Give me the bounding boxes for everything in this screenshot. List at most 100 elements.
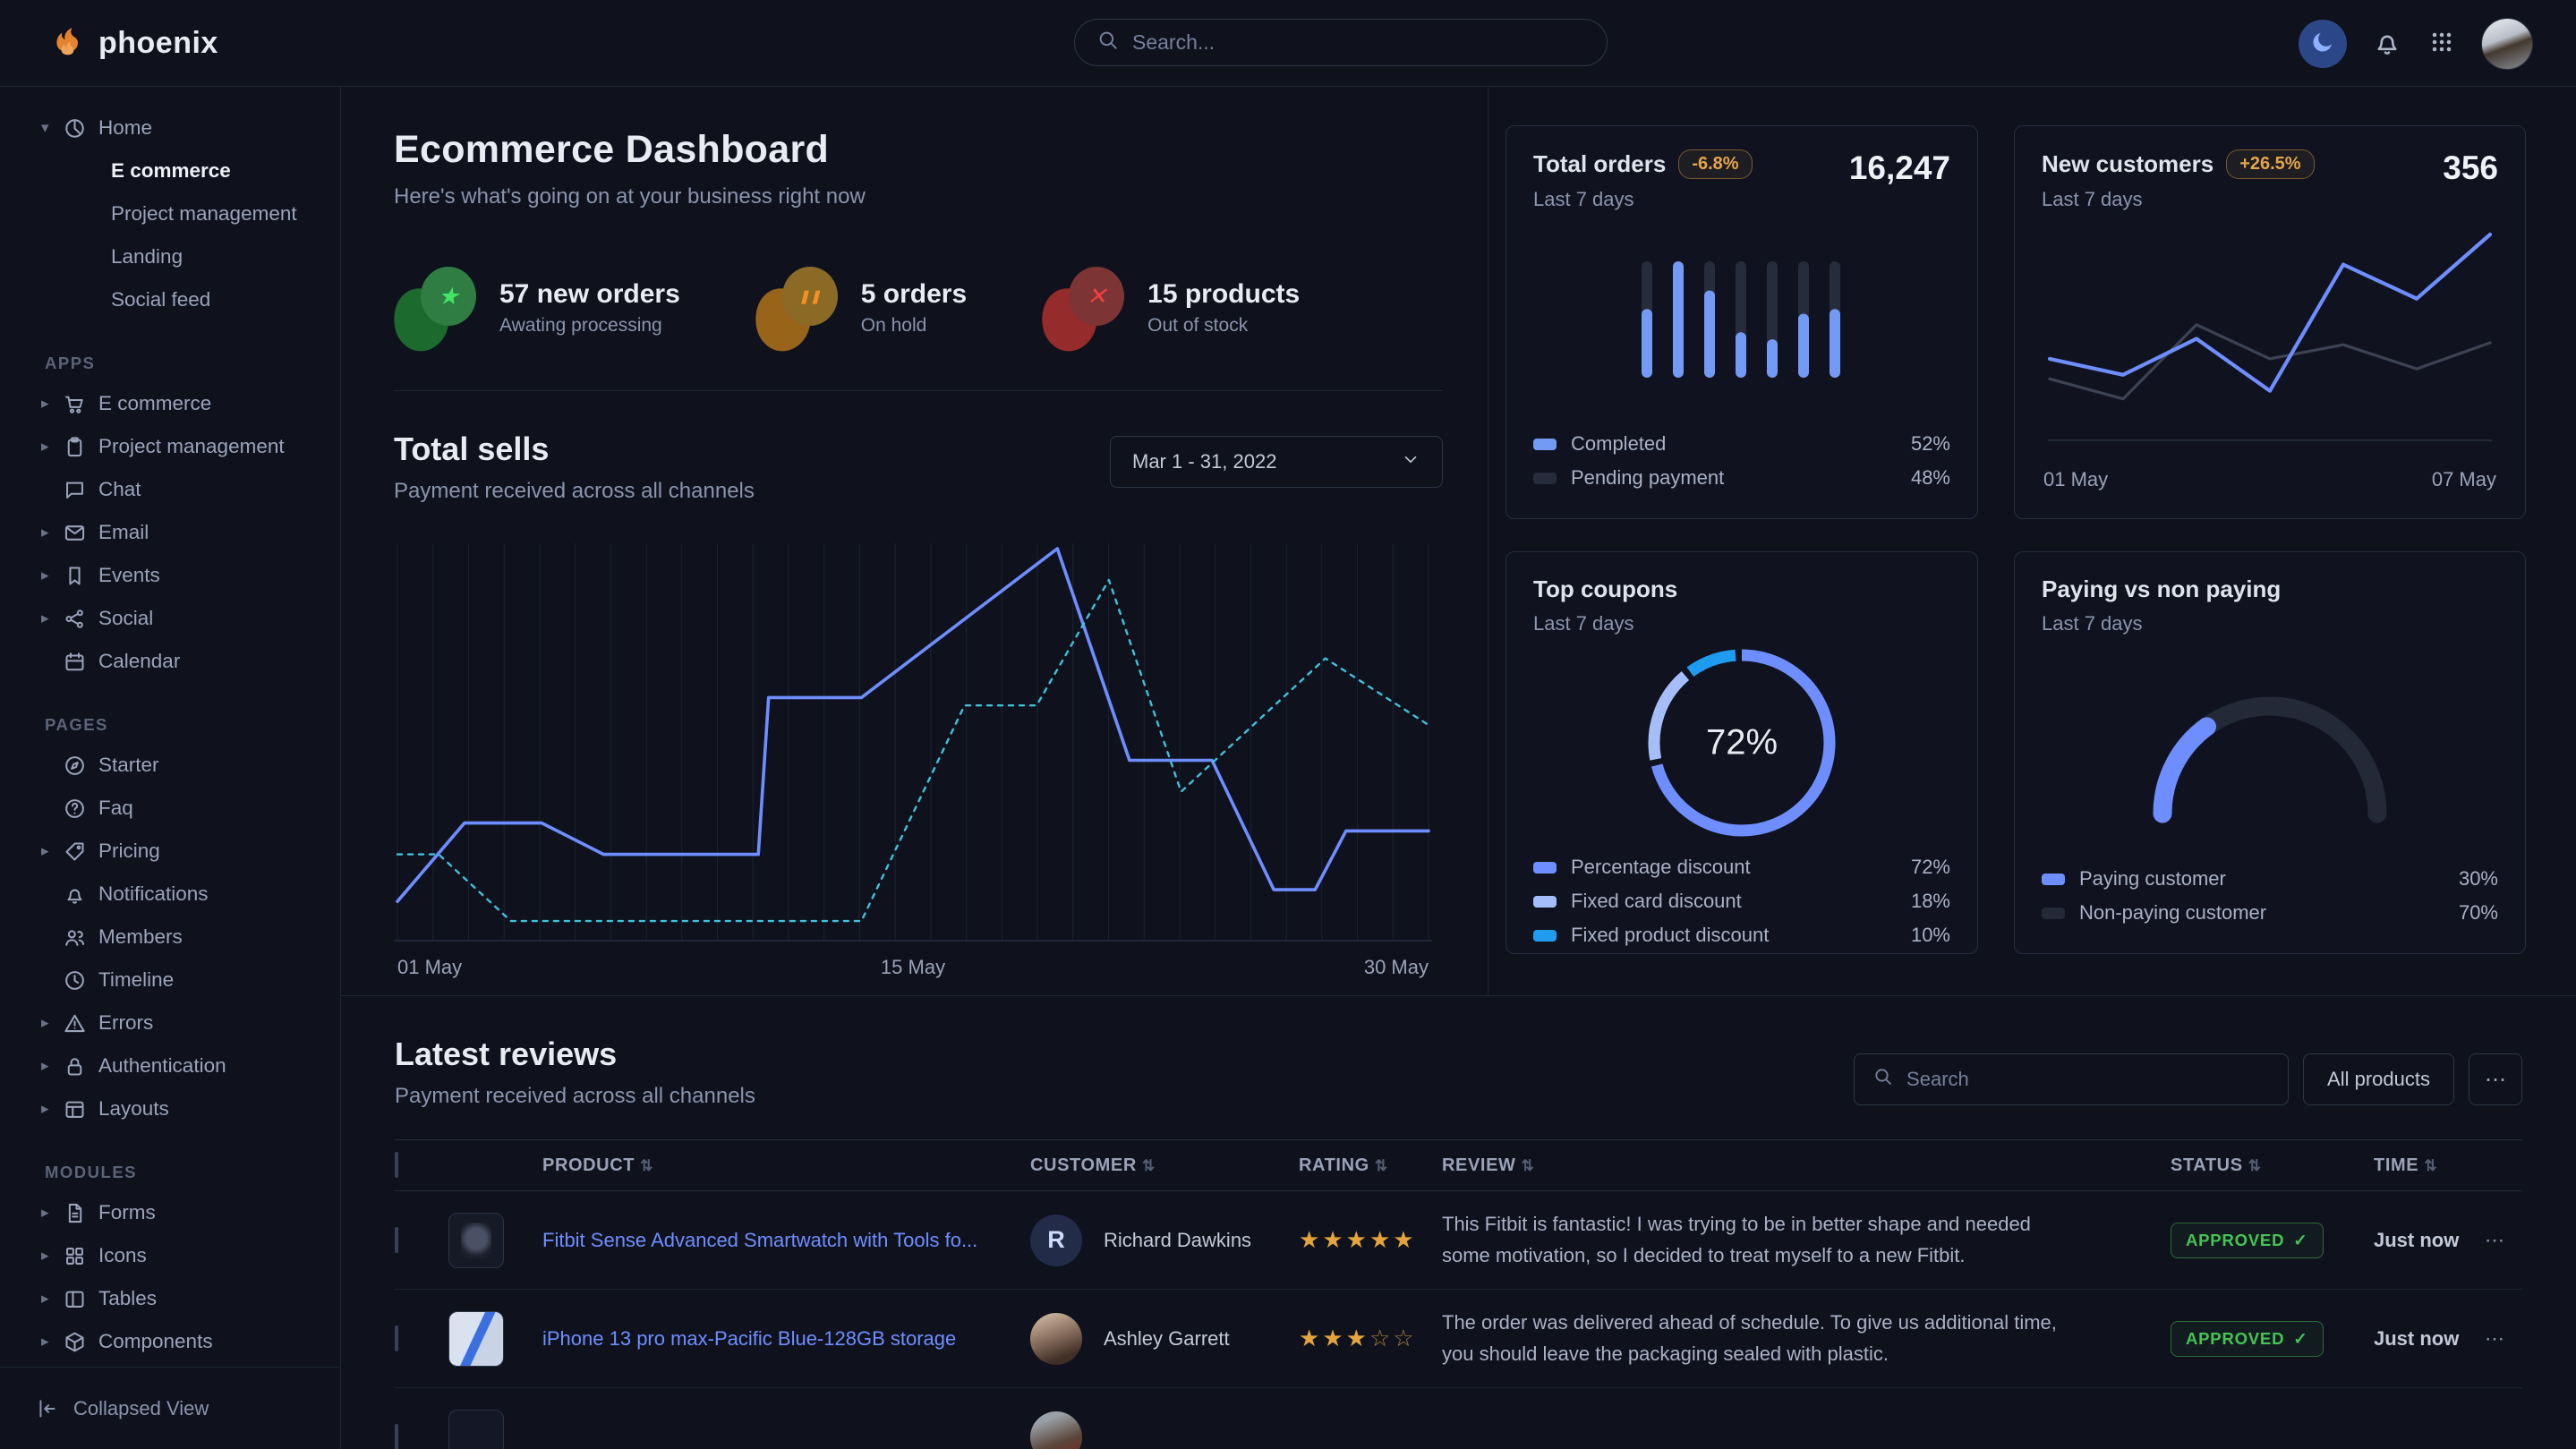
notifications-button[interactable] [2372,27,2402,60]
sidebar-item-label: Components [98,1330,213,1353]
column-header-status[interactable]: STATUS⇅ [2131,1155,2341,1176]
paying-gauge-chart [2131,666,2409,831]
compass-icon [63,754,87,778]
legend-label: Pending payment [1571,466,1724,490]
sidebar-item-layouts[interactable]: ▸ Layouts [0,1087,340,1130]
date-range-select[interactable]: Mar 1 - 31, 2022 [1110,436,1443,488]
users-icon [63,925,87,950]
all-products-button[interactable]: All products [2303,1053,2454,1105]
sidebar-item-label: Project management [98,435,285,458]
reviews-more-button[interactable]: ⋯ [2469,1053,2522,1105]
legend-row: Pending payment 48% [1533,461,1950,495]
pie-chart-icon [63,116,87,141]
sidebar-item-tables[interactable]: ▸ Tables [0,1277,340,1320]
dashboard-cards: Total orders -6.8% Last 7 days 16,247 Co… [1488,87,2576,995]
legend-value: 48% [1911,466,1950,490]
sidebar-item-faq[interactable]: Faq [0,787,340,830]
total-sells-title: Total sells [394,430,755,468]
sidebar-item-calendar[interactable]: Calendar [0,640,340,683]
sidebar-item-label: Events [98,564,160,587]
star-icon: ★ [394,265,480,351]
global-search [1074,19,1608,66]
stat-value: 5 orders [861,279,967,310]
stat-label: Awating processing [499,315,680,337]
bookmark-icon [63,564,87,588]
sidebar-item-email[interactable]: ▸ Email [0,511,340,554]
row-checkbox[interactable] [395,1227,398,1253]
row-more-button[interactable]: ⋯ [2485,1229,2523,1252]
svg-text:30 May: 30 May [1364,956,1429,978]
customer-avatar [1030,1313,1082,1365]
sidebar-item-members[interactable]: Members [0,916,340,959]
paying-vs-nonpaying-card: Paying vs non paying Last 7 days Paying … [2014,551,2526,954]
sidebar-item-forms[interactable]: ▸ Forms [0,1191,340,1234]
sidebar-item-label: Starter [98,754,159,777]
sidebar-item-project-management[interactable]: ▸ Project management [0,425,340,468]
reviews-search-input[interactable] [1906,1068,2247,1091]
row-checkbox[interactable] [395,1325,398,1351]
customer-avatar: R [1030,1215,1082,1266]
sidebar-subitem-e-commerce[interactable]: E commerce [0,149,340,192]
product-link[interactable]: Fitbit Sense Advanced Smartwatch with To… [542,1227,1030,1254]
review-text: The order was delivered ahead of schedul… [1442,1308,2131,1368]
column-header-product[interactable]: PRODUCT⇅ [542,1155,1030,1176]
sidebar-item-social[interactable]: ▸ Social [0,597,340,640]
sidebar-item-pricing[interactable]: ▸ Pricing [0,830,340,873]
sidebar-item-icons[interactable]: ▸ Icons [0,1234,340,1277]
global-search-input[interactable] [1132,30,1562,55]
select-all-checkbox[interactable] [395,1152,398,1178]
sidebar-item-authentication[interactable]: ▸ Authentication [0,1044,340,1087]
caret-icon: ▸ [41,524,63,541]
collapse-sidebar-button[interactable]: Collapsed View [0,1367,340,1449]
new-customers-value: 356 [2443,149,2498,187]
legend-row: Paying customer 30% [2042,862,2498,896]
legend-row: Completed 52% [1533,427,1950,461]
svg-text:15 May: 15 May [881,956,945,978]
sidebar-subitem-project-management[interactable]: Project management [0,192,340,235]
sidebar-item-label: Social [98,607,153,630]
top-coupons-legend: Percentage discount 72% Fixed card disco… [1533,850,1950,952]
paying-period: Last 7 days [2042,612,2281,635]
user-avatar[interactable] [2481,18,2533,70]
theme-toggle-button[interactable] [2299,20,2347,68]
sidebar-subitem-social-feed[interactable]: Social feed [0,278,340,321]
stat-label: Out of stock [1147,315,1300,337]
sidebar-item-label: Timeline [98,968,174,992]
sidebar-item-e-commerce[interactable]: ▸ E commerce [0,382,340,425]
product-thumbnail[interactable] [448,1213,504,1268]
row-more-button[interactable]: ⋯ [2485,1327,2523,1351]
sidebar-item-label: Faq [98,797,133,820]
row-checkbox[interactable] [395,1424,398,1449]
total-orders-period: Last 7 days [1533,188,1753,211]
chat-icon [63,478,87,502]
column-header-customer[interactable]: CUSTOMER⇅ [1030,1155,1299,1176]
legend-value: 10% [1911,924,1950,947]
column-header-rating[interactable]: RATING⇅ [1299,1155,1442,1176]
new-customers-line-chart [2048,224,2492,447]
check-icon: ✓ [2293,1231,2307,1250]
sidebar-item-components[interactable]: ▸ Components [0,1320,340,1363]
sidebar-item-notifications[interactable]: Notifications [0,873,340,916]
sidebar-item-home[interactable]: ▾ Home [0,107,340,149]
column-header-review[interactable]: REVIEW⇅ [1442,1155,2131,1176]
product-thumbnail[interactable] [448,1311,504,1367]
apps-menu-button[interactable] [2427,28,2456,59]
sidebar-item-timeline[interactable]: Timeline [0,959,340,1002]
axis-start-label: 01 May [2043,468,2108,491]
sort-icon: ⇅ [2424,1157,2437,1174]
sidebar-item-chat[interactable]: Chat [0,468,340,511]
status-badge: APPROVED ✓ [2171,1223,2324,1258]
sidebar-item-errors[interactable]: ▸ Errors [0,1002,340,1044]
stats-row: ★ 57 new orders Awating processing ❚❚ 5 … [394,265,1443,391]
legend-value: 52% [1911,432,1950,456]
customer-name: Richard Dawkins [1104,1229,1251,1252]
sidebar-item-events[interactable]: ▸ Events [0,554,340,597]
sidebar-item-starter[interactable]: Starter [0,744,340,787]
column-header-time[interactable]: TIME⇅ [2341,1155,2485,1176]
review-time: Just now [2341,1327,2485,1351]
status-badge: APPROVED ✓ [2171,1321,2324,1357]
product-link[interactable]: iPhone 13 pro max-Pacific Blue-128GB sto… [542,1325,1030,1352]
stat-2: ✕ 15 products Out of stock [1042,265,1300,351]
sidebar-subitem-landing[interactable]: Landing [0,235,340,278]
brand[interactable]: phoenix [0,21,341,65]
